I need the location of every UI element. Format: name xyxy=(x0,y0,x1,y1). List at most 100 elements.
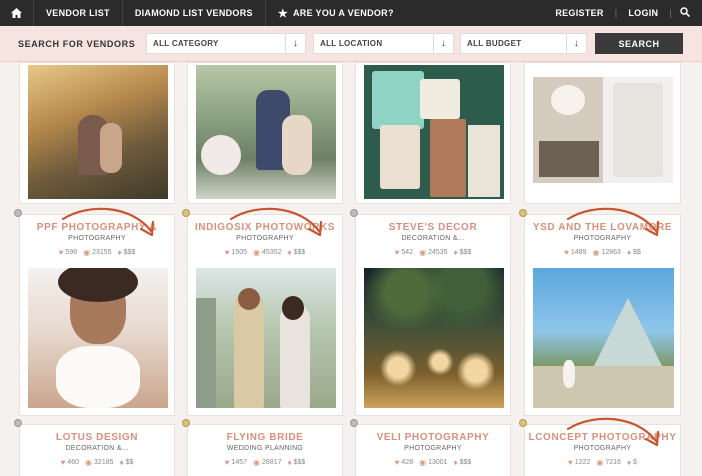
vendor-photo xyxy=(533,77,673,183)
money-bag-icon: ♦ xyxy=(117,248,122,257)
vendor-stats: ♥ 428 ◉ 13001 ♦ $$$ xyxy=(356,458,510,467)
vendor-name[interactable]: VELI PHOTOGRAPHY xyxy=(356,432,510,443)
price-level-value: $$ xyxy=(633,249,641,256)
likes-count: ♥ 542 xyxy=(395,248,413,257)
money-bag-icon: ♦ xyxy=(453,248,458,257)
vendor-card[interactable]: YSD AND THE LOVAMORE PHOTOGRAPHY ♥ 1489 ◉ 128… xyxy=(524,214,681,416)
vendor-info: PPF PHOTOGRAPHY & PHOTOGRAPHY ♥ 598 ◉ 23155 ♦ $… xyxy=(20,222,174,257)
vendor-photo xyxy=(364,65,504,199)
vendor-name[interactable]: PPF PHOTOGRAPHY & xyxy=(20,222,174,233)
vendor-card[interactable]: LCONCEPT PHOTOGRAPHY PHOTOGRAPHY ♥ 1222 ◉ 721… xyxy=(524,424,681,476)
eye-icon: ◉ xyxy=(253,248,261,257)
likes-count-value: 1222 xyxy=(574,459,591,466)
vendor-category: PHOTOGRAPHY xyxy=(236,235,294,242)
chevron-down-icon: ↓ xyxy=(285,34,305,53)
vendor-category: DECORATION &... xyxy=(401,235,465,242)
price-level: ♦ $$$ xyxy=(288,458,306,467)
silver-badge-icon xyxy=(350,209,358,217)
views-count-value: 28817 xyxy=(262,459,282,466)
price-level: ♦ $$$ xyxy=(454,248,472,257)
likes-count: ♥ 1489 xyxy=(564,248,586,257)
vendor-card[interactable] xyxy=(187,62,343,204)
home-button[interactable] xyxy=(0,0,34,26)
vendor-card[interactable]: INDIGOSIX PHOTOWORKS PHOTOGRAPHY ♥ 1505 ◉ 453… xyxy=(187,214,343,416)
likes-count: ♥ 598 xyxy=(59,248,77,257)
register-link[interactable]: REGISTER xyxy=(546,8,612,18)
likes-count: ♥ 460 xyxy=(61,458,79,467)
likes-count: ♥ 1457 xyxy=(225,458,247,467)
vendor-photo[interactable] xyxy=(196,268,336,408)
heart-icon: ♥ xyxy=(564,248,569,257)
likes-count-value: 460 xyxy=(67,459,80,466)
photo-detail xyxy=(563,360,575,388)
location-select[interactable]: ALL LOCATION ↓ xyxy=(313,33,454,54)
eye-icon: ◉ xyxy=(83,248,91,257)
heart-icon: ♥ xyxy=(60,458,66,467)
vendor-card[interactable]: LOTUS DESIGN DECORATION &... ♥ 460 ◉ 32185 ♦ $$ xyxy=(19,424,175,476)
budget-select[interactable]: ALL BUDGET ↓ xyxy=(460,33,587,54)
gold-badge-icon xyxy=(519,209,527,217)
vendor-category: PHOTOGRAPHY xyxy=(404,445,462,452)
views-count-value: 24535 xyxy=(428,249,448,256)
views-count: ◉ 32185 xyxy=(85,458,113,467)
eye-icon: ◉ xyxy=(253,458,261,467)
vendor-card[interactable]: STEVE'S DECOR DECORATION &... ♥ 542 ◉ 24535 ♦ $… xyxy=(355,214,511,416)
vendor-card[interactable]: PPF PHOTOGRAPHY & PHOTOGRAPHY ♥ 598 ◉ 23155 ♦ $… xyxy=(19,214,175,416)
vendor-stats: ♥ 460 ◉ 32185 ♦ $$ xyxy=(20,458,174,467)
photo-detail xyxy=(282,296,304,320)
heart-icon: ♥ xyxy=(58,248,64,257)
vendor-name[interactable]: STEVE'S DECOR xyxy=(356,222,510,233)
vendor-stats: ♥ 598 ◉ 23155 ♦ $$$ xyxy=(20,248,174,257)
eye-icon: ◉ xyxy=(85,458,93,467)
money-bag-icon: ♦ xyxy=(453,458,458,467)
search-icon[interactable] xyxy=(674,7,702,19)
price-level: ♦ $$ xyxy=(627,248,641,257)
nav-are-you-a-vendor[interactable]: ★ ARE YOU A VENDOR? xyxy=(266,0,406,26)
views-count-value: 13001 xyxy=(428,459,448,466)
money-bag-icon: ♦ xyxy=(119,458,124,467)
vendor-name[interactable]: LOTUS DESIGN xyxy=(20,432,174,443)
vendor-category: PHOTOGRAPHY xyxy=(68,235,126,242)
eye-icon: ◉ xyxy=(596,458,604,467)
vendor-card[interactable]: VELI PHOTOGRAPHY PHOTOGRAPHY ♥ 428 ◉ 13001 ♦ $$… xyxy=(355,424,511,476)
silver-badge-icon xyxy=(350,419,358,427)
chevron-down-icon: ↓ xyxy=(433,34,453,53)
vendor-info: INDIGOSIX PHOTOWORKS PHOTOGRAPHY ♥ 1505 ◉ 453… xyxy=(188,222,342,257)
price-level-value: $$ xyxy=(125,459,134,466)
vendor-name[interactable]: LCONCEPT PHOTOGRAPHY xyxy=(525,432,680,443)
search-button[interactable]: SEARCH xyxy=(595,33,683,54)
vendor-category: PHOTOGRAPHY xyxy=(573,445,632,452)
nav-separator: | xyxy=(614,8,618,18)
nav-vendor-list[interactable]: VENDOR LIST xyxy=(34,0,123,26)
vendor-stats: ♥ 542 ◉ 24535 ♦ $$$ xyxy=(356,248,510,257)
vendor-name[interactable]: YSD AND THE LOVAMORE xyxy=(525,222,680,233)
vendor-category: WEDDING PLANNING xyxy=(226,445,304,452)
photo-detail xyxy=(533,366,674,408)
vendor-name[interactable]: INDIGOSIX PHOTOWORKS xyxy=(188,222,342,233)
search-label: SEARCH FOR VENDORS xyxy=(18,38,136,49)
views-count: ◉ 28817 xyxy=(253,458,281,467)
category-select[interactable]: ALL CATEGORY ↓ xyxy=(146,33,306,54)
vendor-name[interactable]: FLYING BRIDE xyxy=(188,432,342,443)
money-bag-icon: ♦ xyxy=(626,248,632,257)
price-level: ♦ $$$ xyxy=(454,458,472,467)
vendor-card[interactable] xyxy=(524,62,681,204)
vendor-card[interactable]: FLYING BRIDE WEDDING PLANNING ♥ 1457 ◉ 28817 ♦… xyxy=(187,424,343,476)
vendor-photo[interactable] xyxy=(364,268,504,408)
nav-separator: | xyxy=(669,8,672,18)
eye-icon: ◉ xyxy=(419,248,427,257)
likes-count-value: 1457 xyxy=(231,459,248,466)
views-count: ◉ 45352 xyxy=(253,248,281,257)
money-bag-icon: ♦ xyxy=(626,458,632,467)
vendor-info: FLYING BRIDE WEDDING PLANNING ♥ 1457 ◉ 28817 ♦… xyxy=(188,432,342,467)
vendor-photo[interactable] xyxy=(28,268,168,408)
nav-diamond-list-vendors[interactable]: DIAMOND LIST VENDORS xyxy=(123,0,266,26)
login-link[interactable]: LOGIN xyxy=(619,8,667,18)
vendor-stats: ♥ 1222 ◉ 7216 ♦ $ xyxy=(525,458,680,467)
vendor-card[interactable] xyxy=(355,62,511,204)
photo-detail xyxy=(196,298,216,408)
photo-detail xyxy=(364,268,504,328)
vendor-photo[interactable] xyxy=(533,268,674,408)
price-level-value: $ xyxy=(633,459,637,466)
vendor-card[interactable] xyxy=(19,62,175,204)
